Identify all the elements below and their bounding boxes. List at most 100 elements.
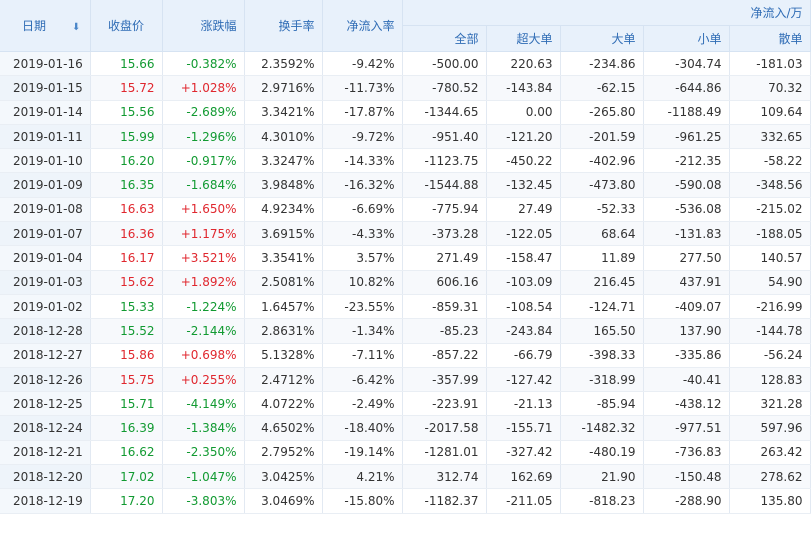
small-cell: -977.51 bbox=[643, 415, 730, 441]
small-cell: -212.35 bbox=[643, 148, 730, 174]
net-rate-cell: 10.82% bbox=[322, 270, 403, 295]
turnover-cell: 2.3592% bbox=[244, 51, 323, 77]
net-rate-cell: -15.80% bbox=[322, 488, 403, 514]
change-cell: +3.521% bbox=[162, 245, 245, 271]
turnover-cell: 2.8631% bbox=[244, 318, 323, 344]
large-cell: -52.33 bbox=[560, 197, 644, 223]
date-cell: 2019-01-04 bbox=[0, 245, 91, 271]
date-cell: 2018-12-19 bbox=[0, 488, 91, 514]
super-large-cell: -132.45 bbox=[486, 172, 561, 198]
turnover-cell: 2.7952% bbox=[244, 440, 323, 466]
total-cell: -951.40 bbox=[402, 124, 487, 150]
super-large-cell: 162.69 bbox=[486, 464, 561, 490]
super-large-cell: 27.49 bbox=[486, 197, 561, 223]
table-row: 2018-12-26 15.75 +0.255% 2.4712% -6.42% -357.… bbox=[0, 367, 811, 393]
table-row: 2019-01-04 16.17 +3.521% 3.3541% 3.57% 271.49… bbox=[0, 245, 811, 271]
date-column-header[interactable]: 日期 ⬇ bbox=[0, 0, 91, 52]
close-column-header[interactable]: 收盘价 bbox=[90, 0, 163, 52]
change-cell: -0.382% bbox=[162, 51, 245, 77]
retail-cell: 278.62 bbox=[729, 464, 811, 490]
turnover-cell: 2.5081% bbox=[244, 270, 323, 295]
change-cell: +1.650% bbox=[162, 197, 245, 223]
turnover-cell: 5.1328% bbox=[244, 343, 323, 368]
change-cell: +1.892% bbox=[162, 270, 245, 295]
super-large-cell: -243.84 bbox=[486, 318, 561, 344]
close-cell: 15.71 bbox=[90, 391, 163, 417]
net-rate-column-header[interactable]: 净流入率 bbox=[322, 0, 403, 52]
turnover-column-header[interactable]: 换手率 bbox=[244, 0, 323, 52]
small-cell: -131.83 bbox=[643, 221, 730, 247]
date-cell: 2018-12-20 bbox=[0, 464, 91, 490]
change-cell: -2.144% bbox=[162, 318, 245, 344]
retail-cell: 263.42 bbox=[729, 440, 811, 466]
retail-cell: 332.65 bbox=[729, 124, 811, 150]
change-column-header[interactable]: 涨跌幅 bbox=[162, 0, 245, 52]
retail-cell: 135.80 bbox=[729, 488, 811, 514]
table-row: 2019-01-07 16.36 +1.175% 3.6915% -4.33% -373.… bbox=[0, 221, 811, 247]
total-cell: -1123.75 bbox=[402, 148, 487, 174]
retail-cell: 140.57 bbox=[729, 245, 811, 271]
close-cell: 16.36 bbox=[90, 221, 163, 247]
table-header: 日期 ⬇ 收盘价 涨跌幅 换手率 净流入率 净流入/万 全部 超大单 大单 小单 … bbox=[0, 0, 811, 52]
super-large-cell: -155.71 bbox=[486, 415, 561, 441]
close-cell: 15.56 bbox=[90, 100, 163, 125]
date-cell: 2019-01-16 bbox=[0, 51, 91, 77]
close-cell: 15.99 bbox=[90, 124, 163, 150]
retail-cell: -216.99 bbox=[729, 294, 811, 320]
large-column-header[interactable]: 大单 bbox=[560, 25, 644, 52]
total-column-header[interactable]: 全部 bbox=[402, 25, 487, 52]
change-cell: -1.224% bbox=[162, 294, 245, 320]
super-large-cell: 0.00 bbox=[486, 100, 561, 125]
date-cell: 2018-12-25 bbox=[0, 391, 91, 417]
close-cell: 15.52 bbox=[90, 318, 163, 344]
close-cell: 15.62 bbox=[90, 270, 163, 295]
net-rate-cell: -6.42% bbox=[322, 367, 403, 393]
table-row: 2018-12-25 15.71 -4.149% 4.0722% -2.49% -223.… bbox=[0, 391, 811, 417]
turnover-cell: 4.6502% bbox=[244, 415, 323, 441]
total-cell: -2017.58 bbox=[402, 415, 487, 441]
table-row: 2019-01-02 15.33 -1.224% 1.6457% -23.55% -859… bbox=[0, 294, 811, 320]
table-row: 2018-12-21 16.62 -2.350% 2.7952% -19.14% -128… bbox=[0, 440, 811, 466]
large-cell: 68.64 bbox=[560, 221, 644, 247]
small-cell: -961.25 bbox=[643, 124, 730, 150]
total-cell: -223.91 bbox=[402, 391, 487, 417]
turnover-cell: 4.9234% bbox=[244, 197, 323, 223]
net-rate-cell: -4.33% bbox=[322, 221, 403, 247]
super-large-cell: -143.84 bbox=[486, 75, 561, 101]
turnover-cell: 3.6915% bbox=[244, 221, 323, 247]
small-cell: -40.41 bbox=[643, 367, 730, 393]
close-cell: 17.20 bbox=[90, 488, 163, 514]
super-large-cell: -450.22 bbox=[486, 148, 561, 174]
small-cell: -288.90 bbox=[643, 488, 730, 514]
super-large-column-header[interactable]: 超大单 bbox=[486, 25, 561, 52]
net-rate-cell: -7.11% bbox=[322, 343, 403, 368]
large-cell: -480.19 bbox=[560, 440, 644, 466]
table-row: 2018-12-24 16.39 -1.384% 4.6502% -18.40% -201… bbox=[0, 415, 811, 441]
arrow-down-icon[interactable]: ⬇ bbox=[72, 22, 80, 33]
change-cell: +1.175% bbox=[162, 221, 245, 247]
small-cell: -736.83 bbox=[643, 440, 730, 466]
total-cell: -857.22 bbox=[402, 343, 487, 368]
total-cell: 312.74 bbox=[402, 464, 487, 490]
turnover-cell: 3.9848% bbox=[244, 172, 323, 198]
close-cell: 15.86 bbox=[90, 343, 163, 368]
net-rate-cell: 4.21% bbox=[322, 464, 403, 490]
retail-cell: -58.22 bbox=[729, 148, 811, 174]
net-rate-cell: -14.33% bbox=[322, 148, 403, 174]
retail-column-header[interactable]: 散单 bbox=[729, 25, 811, 52]
small-column-header[interactable]: 小单 bbox=[643, 25, 730, 52]
total-cell: -500.00 bbox=[402, 51, 487, 77]
table-row: 2019-01-10 16.20 -0.917% 3.3247% -14.33% -112… bbox=[0, 148, 811, 174]
super-large-cell: -108.54 bbox=[486, 294, 561, 320]
large-cell: 216.45 bbox=[560, 270, 644, 295]
change-cell: -1.684% bbox=[162, 172, 245, 198]
table-row: 2018-12-19 17.20 -3.803% 3.0469% -15.80% -118… bbox=[0, 488, 811, 514]
date-cell: 2019-01-15 bbox=[0, 75, 91, 101]
total-cell: -85.23 bbox=[402, 318, 487, 344]
large-cell: -62.15 bbox=[560, 75, 644, 101]
table-row: 2018-12-27 15.86 +0.698% 5.1328% -7.11% -857.… bbox=[0, 343, 811, 368]
change-cell: -2.350% bbox=[162, 440, 245, 466]
large-cell: -398.33 bbox=[560, 343, 644, 368]
retail-cell: 321.28 bbox=[729, 391, 811, 417]
turnover-cell: 2.9716% bbox=[244, 75, 323, 101]
